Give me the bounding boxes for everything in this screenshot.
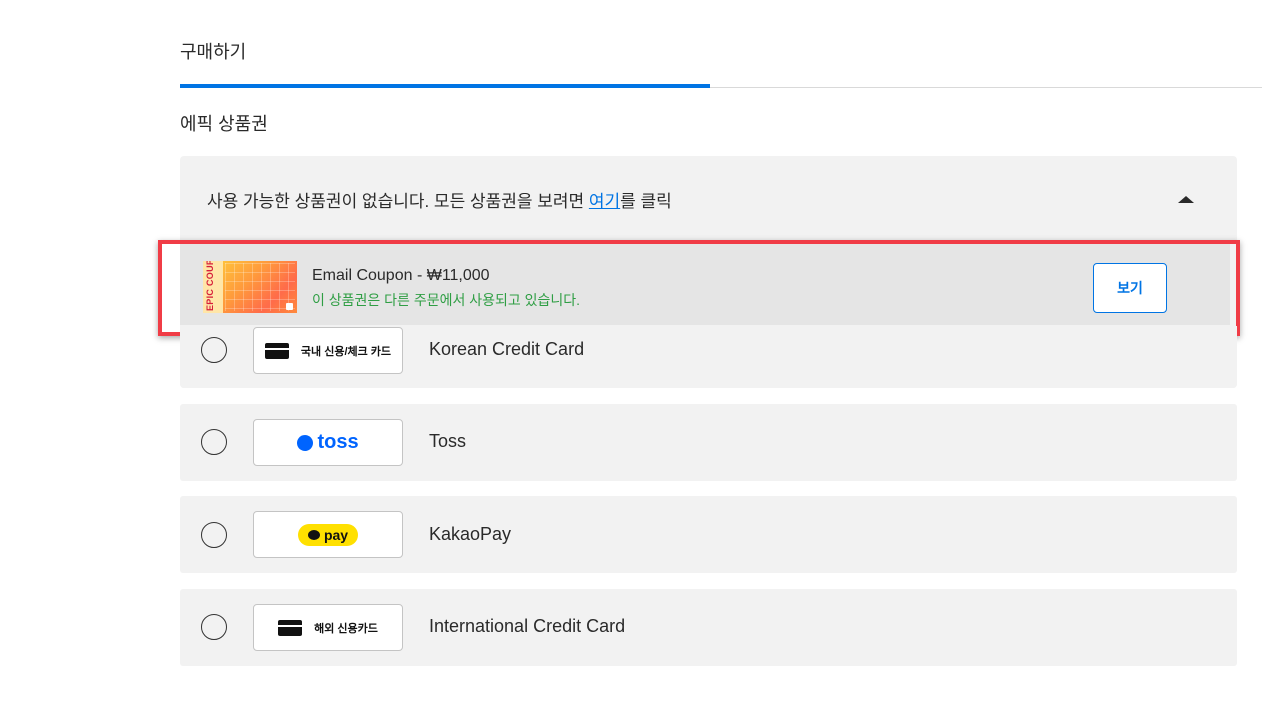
caret-up-icon <box>1178 195 1194 203</box>
coupon-status: 이 상품권은 다른 주문에서 사용되고 있습니다. <box>312 292 581 308</box>
coupon-name: Email Coupon - ₩11,000 <box>312 267 490 284</box>
logo-text: 국내 신용/체크 카드 <box>300 345 392 358</box>
coupon-tag-icon <box>286 303 293 310</box>
logo-international-credit-card: 해외 신용카드 <box>253 604 403 651</box>
payment-label: KakaoPay <box>429 524 512 544</box>
coupon-thumbnail-pattern <box>225 263 295 311</box>
kakao-bubble-icon <box>307 529 320 540</box>
tab-active-indicator <box>180 84 710 88</box>
kakaopay-logo: pay <box>297 523 359 546</box>
logo-korean-credit-card: 국내 신용/체크 카드 <box>253 327 403 374</box>
payment-label: International Credit Card <box>429 616 626 636</box>
payment-label: Toss <box>429 431 467 451</box>
toss-logo: toss <box>295 431 359 454</box>
kakaopay-logo-text: pay <box>323 526 349 543</box>
coupon-message-text: 사용 가능한 상품권이 없습니다. 모든 상품권을 보려면 <box>207 192 589 211</box>
toss-mark-icon <box>295 432 316 453</box>
section-title: 에픽 상품권 <box>180 114 268 134</box>
radio-international-credit-card[interactable] <box>201 614 227 640</box>
coupon-empty-message: 사용 가능한 상품권이 없습니다. 모든 상품권을 보려면 여기를 클릭 <box>207 187 672 212</box>
payment-label: Korean Credit Card <box>429 339 585 359</box>
collapse-coupon-panel-button[interactable] <box>1172 186 1200 212</box>
view-all-coupons-link[interactable]: 여기 <box>589 192 620 211</box>
logo-text: 해외 신용카드 <box>314 622 378 635</box>
radio-kakaopay[interactable] <box>201 522 227 548</box>
view-coupon-button[interactable]: 보기 <box>1093 263 1167 313</box>
coupon-thumbnail: EPIC COUPON <box>203 261 297 313</box>
coupon-thumbnail-label: EPIC COUPON <box>205 261 215 311</box>
tab-purchase[interactable]: 구매하기 <box>180 38 246 64</box>
radio-korean-credit-card[interactable] <box>201 337 227 363</box>
logo-toss: toss <box>253 419 403 466</box>
logo-kakaopay: pay <box>253 511 403 558</box>
coupon-message-suffix: 를 클릭 <box>620 192 672 211</box>
toss-logo-text: toss <box>317 431 359 453</box>
credit-card-icon <box>278 619 303 636</box>
radio-toss[interactable] <box>201 429 227 455</box>
credit-card-icon <box>264 342 289 359</box>
